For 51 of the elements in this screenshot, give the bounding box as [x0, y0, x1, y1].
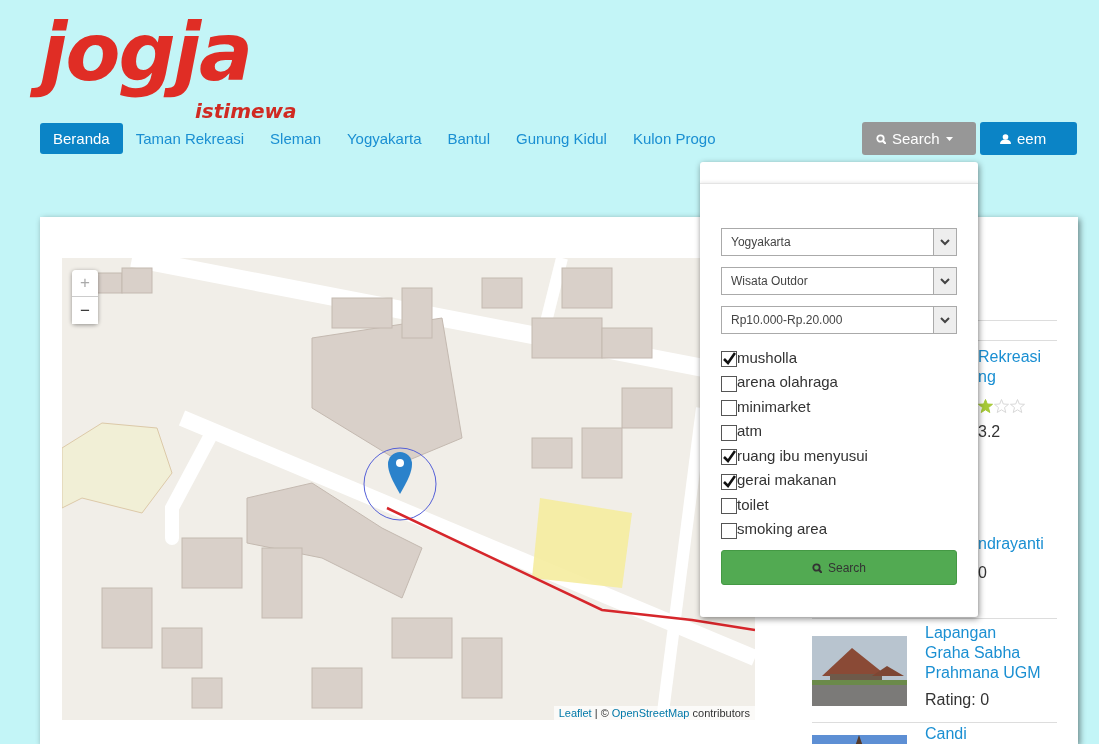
place-link[interactable]: Rekreasi ng — [978, 347, 1042, 387]
search-menu-button[interactable]: Search — [862, 122, 976, 155]
checkbox[interactable] — [721, 400, 737, 417]
checkbox-label: ruang ibu menyusui — [737, 446, 868, 464]
rating-text: Rating: 0 — [925, 691, 991, 709]
chevron-down-icon — [940, 238, 950, 246]
filled-star-icon — [978, 399, 993, 413]
checkbox-label: minimarket — [737, 397, 811, 415]
nav-link[interactable]: Bantul — [434, 123, 504, 154]
nav-link[interactable]: Taman Rekreasi — [122, 123, 258, 154]
checkbox-label: toilet — [737, 495, 769, 513]
checkbox[interactable] — [721, 498, 737, 515]
attribution-link[interactable]: Leaflet — [558, 707, 592, 719]
search-button[interactable]: Search — [721, 550, 957, 585]
user-icon — [1000, 133, 1011, 144]
checkbox[interactable] — [721, 473, 737, 490]
logo-text[interactable]: jogja — [30, 6, 268, 100]
select-field[interactable]: Wisata Outdor — [721, 267, 957, 295]
search-icon — [876, 133, 886, 144]
zoom-out-button[interactable]: − — [72, 297, 98, 324]
rating-text: 0 — [978, 564, 988, 582]
checkbox-label: atm — [737, 422, 762, 440]
checkbox[interactable] — [721, 522, 737, 539]
checkbox-label: musholla — [737, 348, 798, 366]
checkbox[interactable] — [721, 375, 737, 392]
checkbox-label: arena olahraga — [737, 373, 838, 391]
chevron-down-icon — [940, 316, 950, 324]
checkbox[interactable] — [721, 424, 737, 441]
nav-link[interactable]: Yogyakarta — [333, 123, 435, 154]
rating-text: 3.2 — [978, 423, 1002, 441]
place-link[interactable]: ndrayanti — [978, 534, 1044, 554]
checkbox[interactable] — [721, 351, 737, 368]
select-field[interactable]: Yogyakarta — [721, 228, 957, 256]
select-field[interactable]: Rp10.000-Rp.20.000 — [721, 306, 957, 334]
attribution-link[interactable]: OpenStreetMap — [611, 707, 690, 719]
checkbox-label: smoking area — [737, 520, 828, 538]
search-icon — [812, 562, 822, 573]
place-link[interactable]: Lapangan Graha Sabha Prahmana UGM — [925, 623, 1041, 683]
checkbox[interactable] — [721, 449, 737, 466]
nav-link[interactable]: Sleman — [257, 123, 334, 154]
checkbox-label: gerai makanan — [737, 471, 837, 489]
nav-link[interactable]: Gunung Kidul — [503, 123, 620, 154]
nav-link[interactable]: Kulon Progo — [619, 123, 729, 154]
zoom-in-button[interactable]: + — [72, 270, 98, 297]
nav-link[interactable]: Beranda — [40, 123, 123, 154]
chevron-down-icon — [940, 277, 950, 285]
attribution-text: Leaflet | © OpenStreetMap contributors — [553, 706, 755, 720]
caret-icon — [945, 136, 953, 141]
user-menu-button[interactable]: eem — [980, 122, 1077, 155]
logo-tagline: istimewa — [195, 100, 298, 122]
place-link[interactable]: Candi — [925, 724, 967, 744]
